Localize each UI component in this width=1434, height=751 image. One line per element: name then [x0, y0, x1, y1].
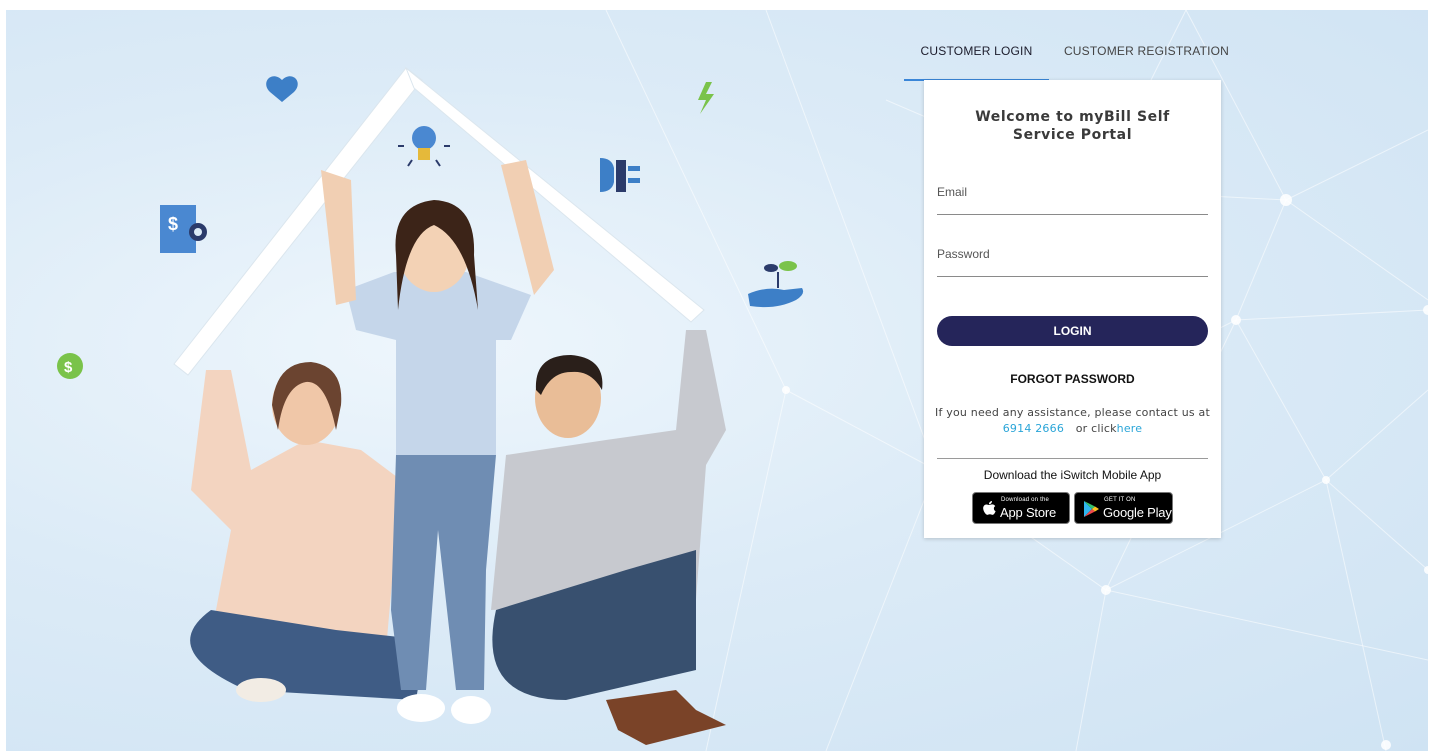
svg-text:$: $: [64, 359, 73, 376]
tab-customer-login[interactable]: CUSTOMER LOGIN: [904, 40, 1049, 80]
google-play-button[interactable]: GET IT ON Google Play: [1074, 492, 1173, 524]
family-hero-illustration: $ $: [57, 66, 804, 745]
assistance-text: If you need any assistance, please conta…: [934, 405, 1211, 437]
email-input[interactable]: [937, 176, 1208, 208]
svg-text:$: $: [168, 214, 178, 234]
lightbulb-icon: [398, 126, 450, 167]
heart-icon: [266, 76, 298, 102]
google-play-icon: [1084, 501, 1099, 517]
lightning-icon: [698, 82, 714, 114]
dollar-coin-icon: $: [57, 353, 83, 379]
mother-figure: [190, 362, 426, 702]
plug-icon: [600, 158, 640, 192]
password-input[interactable]: [937, 238, 1208, 270]
download-app-text: Download the iSwitch Mobile App: [983, 468, 1162, 482]
page-background: $ $ CUSTOMER LOGIN CUSTOMER REGISTRATION…: [6, 10, 1428, 751]
app-store-button[interactable]: Download on the App Store: [972, 492, 1070, 524]
google-play-small-text: GET IT ON: [1104, 497, 1136, 503]
divider: [937, 458, 1208, 459]
forgot-password-link[interactable]: FORGOT PASSWORD: [937, 372, 1208, 386]
document-dollar-gear-icon: $: [160, 205, 207, 253]
apple-icon: [983, 501, 996, 515]
here-link[interactable]: here: [1117, 422, 1143, 435]
or-click-text: or click: [1075, 422, 1117, 435]
login-tabs: CUSTOMER LOGIN CUSTOMER REGISTRATION: [904, 40, 1234, 82]
hand-plant-icon: [748, 261, 804, 308]
app-store-small-text: Download on the: [1001, 497, 1050, 503]
phone-link[interactable]: 6914 2666: [1003, 422, 1064, 435]
tab-customer-registration[interactable]: CUSTOMER REGISTRATION: [1059, 40, 1234, 80]
login-card: Welcome to myBill Self Service Portal LO…: [924, 80, 1221, 538]
father-figure: [491, 330, 726, 745]
welcome-title: Welcome to myBill Self Service Portal: [975, 109, 1170, 143]
assistance-message: If you need any assistance, please conta…: [935, 406, 1210, 419]
google-play-label: Google Play: [1103, 505, 1172, 520]
email-field: [937, 176, 1208, 215]
password-field: [937, 238, 1208, 277]
login-button[interactable]: LOGIN: [937, 316, 1208, 346]
app-store-label: App Store: [1000, 505, 1057, 520]
